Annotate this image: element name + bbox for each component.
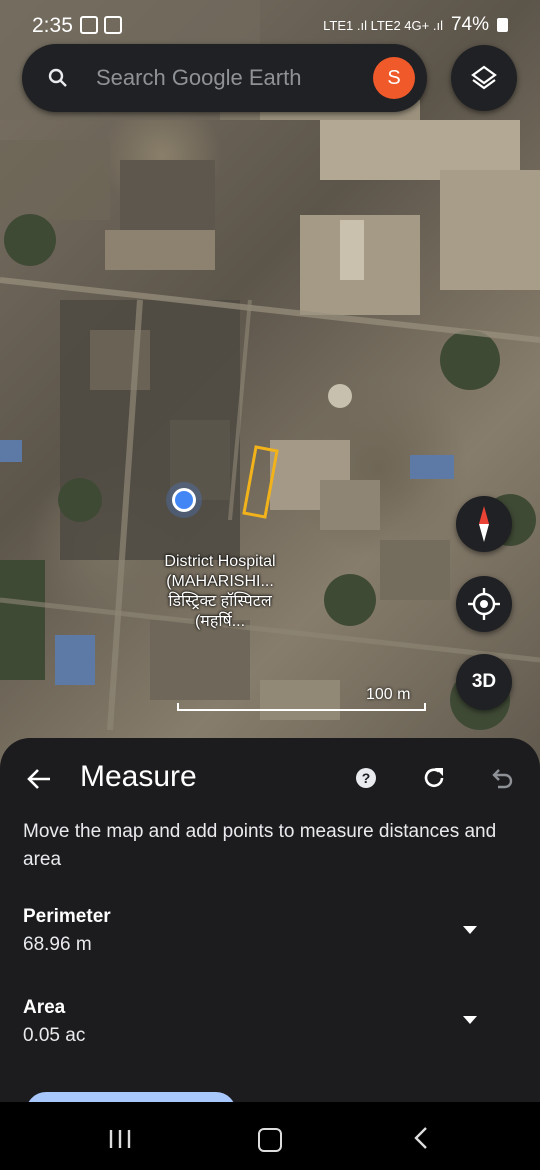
recents-icon[interactable] <box>108 1128 132 1150</box>
compass-button[interactable] <box>456 496 512 552</box>
measure-instructions: Move the map and add points to measure d… <box>23 821 497 870</box>
chevron-down-icon[interactable] <box>463 1016 477 1024</box>
perimeter-value: 68.96 m <box>23 934 92 955</box>
gallery-icon <box>80 16 98 34</box>
status-time: 2:35 <box>32 14 73 37</box>
help-icon[interactable]: ? <box>356 768 376 788</box>
search-icon <box>48 68 67 87</box>
search-input[interactable]: Search Google Earth <box>96 65 301 91</box>
panel-title: Measure <box>80 760 197 793</box>
chevron-down-icon[interactable] <box>463 926 477 934</box>
nav-back-icon[interactable] <box>412 1126 432 1150</box>
scale-label: 100 m <box>366 686 411 703</box>
back-arrow-icon[interactable] <box>24 764 54 794</box>
3d-toggle-button[interactable]: 3D <box>456 654 512 710</box>
layers-icon <box>471 65 497 90</box>
perimeter-section[interactable]: Perimeter 68.96 m <box>23 906 513 956</box>
place-label[interactable]: District Hospital (MAHARISHI... डिस्ट्रि… <box>150 552 290 632</box>
battery-icon <box>497 18 508 32</box>
layers-button[interactable] <box>451 45 517 111</box>
home-icon[interactable] <box>258 1128 282 1152</box>
scale-bar <box>177 703 426 711</box>
perimeter-label: Perimeter <box>23 906 111 927</box>
measure-panel: Measure ? Move the map and add points to… <box>0 738 540 1102</box>
add-point-button[interactable] <box>26 1092 236 1102</box>
signal-icon: LTE1 .ıl LTE2 4G+ .ıl <box>323 17 443 33</box>
status-right: LTE1 .ıl LTE2 4G+ .ıl 74% <box>323 14 508 36</box>
redo-icon[interactable] <box>420 764 448 792</box>
system-nav-bar <box>0 1102 540 1170</box>
notification-icons <box>80 16 122 34</box>
my-location-button[interactable] <box>456 576 512 632</box>
compass-icon <box>479 506 489 542</box>
my-location-icon <box>468 588 500 620</box>
avatar[interactable]: S <box>373 57 415 99</box>
area-value: 0.05 ac <box>23 1025 86 1046</box>
check-icon <box>104 16 122 34</box>
area-label: Area <box>23 997 66 1018</box>
battery-level: 74% <box>450 14 489 35</box>
undo-icon[interactable] <box>488 764 516 792</box>
search-bar[interactable]: Search Google Earth S <box>22 44 427 112</box>
satellite-map[interactable]: District Hospital (MAHARISHI... डिस्ट्रि… <box>0 0 540 780</box>
area-section[interactable]: Area 0.05 ac <box>23 997 513 1047</box>
map-imagery <box>0 0 540 731</box>
